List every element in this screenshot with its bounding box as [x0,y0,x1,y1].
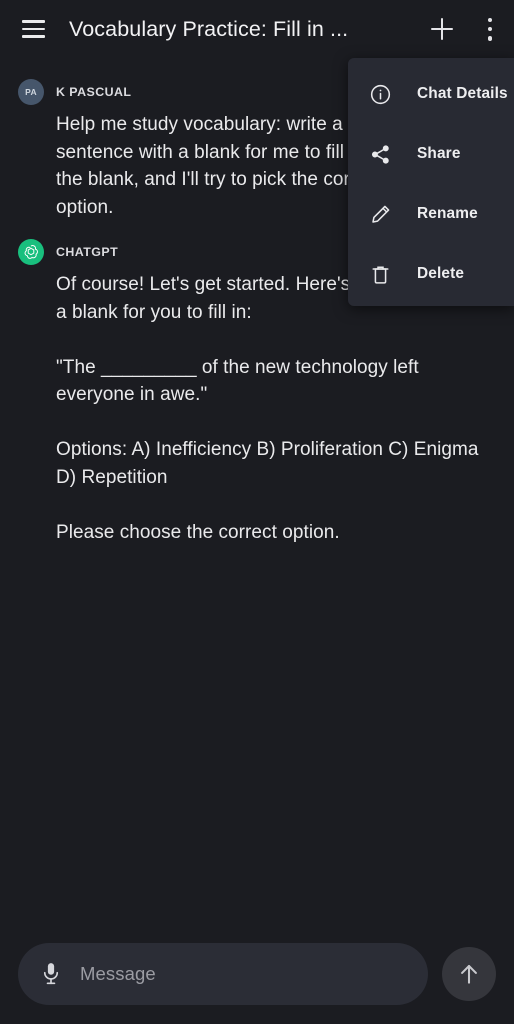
message-text: Of course! Let's get started. Here's a s… [56,274,488,543]
composer-bar: Message [0,924,514,1024]
message-input[interactable]: Message [18,943,428,1005]
kebab-dot [487,26,493,32]
menu-item-share[interactable]: Share [348,124,514,184]
message-text: Help me study vocabulary: write a senten… [56,114,382,218]
hamburger-bar [21,35,45,38]
avatar [18,239,44,265]
menu-item-label: Delete [417,265,465,282]
menu-item-label: Chat Details [417,85,508,102]
menu-item-delete[interactable]: Delete [348,244,514,304]
sender-name: K PASCUAL [56,85,132,99]
send-button[interactable] [442,947,496,1001]
page-title: Vocabulary Practice: Fill in ... [69,16,349,41]
trash-icon [368,262,392,286]
kebab-icon [487,17,493,41]
hamburger-bar [21,20,45,23]
openai-logo-icon [24,245,38,259]
arrow-up-icon [461,964,477,984]
hamburger-icon[interactable] [10,6,56,52]
hamburger-bar [21,27,45,31]
message-input-placeholder: Message [80,963,156,984]
overflow-menu[interactable]: Chat Details Share Rename Delete [348,58,514,306]
plus-icon [431,18,453,40]
menu-item-chat-details[interactable]: Chat Details [348,64,514,124]
info-circle-icon [368,82,392,106]
share-icon [368,142,392,166]
new-chat-button[interactable] [418,5,466,53]
kebab-dot [487,17,493,23]
menu-item-label: Rename [417,205,478,222]
menu-item-label: Share [417,145,461,162]
menu-item-rename[interactable]: Rename [348,184,514,244]
microphone-icon[interactable] [40,961,62,987]
sender-name: CHATGPT [56,245,119,259]
overflow-menu-button[interactable] [466,5,514,53]
avatar: PA [18,79,44,105]
app-header: Vocabulary Practice: Fill in ... [0,0,514,58]
pencil-icon [368,202,392,226]
kebab-dot [487,35,493,41]
